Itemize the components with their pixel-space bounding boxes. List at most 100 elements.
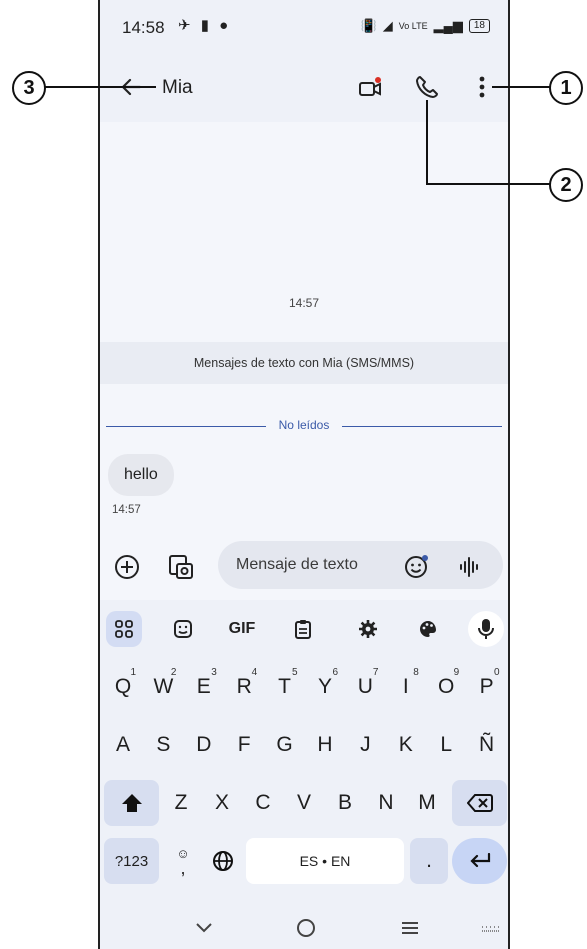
- key-row2-6[interactable]: J: [346, 722, 384, 768]
- status-right-icons: 📳 ◢ Vo LTE ▂▄▆ 18: [361, 18, 490, 34]
- keyboard-toolbar: GIF: [100, 600, 508, 658]
- key-letter: I: [402, 675, 409, 698]
- apps-grid-icon[interactable]: [106, 611, 142, 647]
- key-row2-9[interactable]: Ñ: [468, 722, 506, 768]
- message-bubble[interactable]: hello: [108, 454, 174, 496]
- vibrate-icon: 📳: [360, 18, 377, 33]
- key-row3-5[interactable]: N: [367, 780, 405, 826]
- key-row2-0[interactable]: A: [104, 722, 142, 768]
- add-plus-icon[interactable]: [112, 552, 142, 582]
- shift-key[interactable]: [104, 780, 159, 826]
- sticker-icon[interactable]: [165, 611, 201, 647]
- key-row2-7[interactable]: K: [387, 722, 425, 768]
- key-6[interactable]: U7: [346, 664, 384, 710]
- key-row3-2[interactable]: C: [244, 780, 282, 826]
- key-letter: Y: [317, 675, 332, 698]
- key-row-4: ?123 ☺ , ES • EN .: [100, 838, 508, 888]
- key-letter: P: [479, 675, 494, 698]
- key-row3-0[interactable]: Z: [162, 780, 200, 826]
- key-2[interactable]: E3: [185, 664, 223, 710]
- key-row3-3[interactable]: V: [285, 780, 323, 826]
- key-letter: W: [153, 675, 174, 698]
- emoji-comma-key[interactable]: ☺ ,: [164, 838, 202, 884]
- period-key[interactable]: .: [410, 838, 448, 884]
- callout-3: 3: [12, 71, 46, 105]
- clipboard-icon[interactable]: [285, 611, 321, 647]
- key-row2-2[interactable]: D: [185, 722, 223, 768]
- key-5[interactable]: Y6: [306, 664, 344, 710]
- system-nav-bar: [100, 907, 508, 949]
- theme-palette-icon[interactable]: [410, 611, 446, 647]
- message-input-placeholder: Mensaje de texto: [236, 556, 358, 573]
- network-label: Vo LTE: [398, 21, 428, 31]
- gif-button[interactable]: GIF: [224, 611, 260, 647]
- callout-1: 1: [549, 71, 583, 105]
- key-row3-4[interactable]: B: [326, 780, 364, 826]
- key-7[interactable]: I8: [387, 664, 425, 710]
- status-time: 14:58: [122, 18, 165, 37]
- key-number-hint: 8: [413, 667, 419, 678]
- settings-gear-icon[interactable]: [350, 611, 386, 647]
- key-row-3: ZXCVBNM: [100, 780, 508, 830]
- conversation-title: Mia: [162, 77, 193, 98]
- key-8[interactable]: O9: [427, 664, 465, 710]
- key-row2-1[interactable]: S: [144, 722, 182, 768]
- space-bar[interactable]: ES • EN: [246, 838, 404, 884]
- emoji-icon[interactable]: [404, 553, 430, 579]
- backspace-key[interactable]: [452, 780, 507, 826]
- nav-home-icon[interactable]: [294, 917, 318, 939]
- key-1[interactable]: W2: [144, 664, 182, 710]
- callout-2: 2: [549, 168, 583, 202]
- callout-1-line: [492, 86, 550, 88]
- more-options-icon[interactable]: [472, 74, 492, 100]
- key-row2-5[interactable]: H: [306, 722, 344, 768]
- unread-divider: No leídos: [106, 418, 502, 434]
- signal-icon: ▂▄▆: [433, 18, 463, 33]
- callout-2-line-vertical: [426, 100, 428, 184]
- conversation-info: Mensajes de texto con Mia (SMS/MMS): [100, 342, 508, 384]
- key-row2-3[interactable]: F: [225, 722, 263, 768]
- key-0[interactable]: Q1: [104, 664, 142, 710]
- key-number-hint: 2: [170, 667, 177, 678]
- enter-key[interactable]: [452, 838, 507, 884]
- message-input[interactable]: Mensaje de texto: [218, 541, 503, 589]
- key-letter: U: [357, 675, 373, 698]
- video-call-icon[interactable]: [358, 76, 384, 102]
- timestamp-header: 14:57: [288, 296, 320, 310]
- phone-call-icon[interactable]: [414, 74, 440, 100]
- key-number-hint: 4: [251, 667, 258, 678]
- battery-icon: 18: [468, 19, 490, 33]
- key-row3-6[interactable]: M: [408, 780, 446, 826]
- key-row-2: ASDFGHJKLÑ: [100, 722, 508, 772]
- key-number-hint: 5: [292, 667, 298, 678]
- key-3[interactable]: R4: [225, 664, 263, 710]
- voice-message-icon[interactable]: [458, 555, 482, 579]
- notification-icons: ✈ ▮ ●: [178, 17, 232, 34]
- key-4[interactable]: T5: [266, 664, 304, 710]
- callout-3-line: [44, 86, 156, 88]
- keyboard: GIF Q1W2E3R4T5Y6U7I8O9P0 ASDFGHJKLÑ ZXC: [100, 600, 508, 949]
- callout-2-line-horizontal: [426, 183, 550, 185]
- key-number-hint: 0: [494, 667, 500, 678]
- nav-menu-icon[interactable]: [398, 917, 422, 939]
- app-bar: Mia: [100, 52, 508, 122]
- nav-collapse-chevron-icon[interactable]: [192, 917, 216, 939]
- key-number-hint: 9: [453, 667, 460, 678]
- wifi-icon: ◢: [382, 18, 393, 33]
- gallery-icon[interactable]: [166, 552, 196, 582]
- key-letter: E: [196, 675, 211, 698]
- keyboard-switch-icon[interactable]: [478, 917, 502, 939]
- key-row3-1[interactable]: X: [203, 780, 241, 826]
- key-9[interactable]: P0: [468, 664, 506, 710]
- symbols-key[interactable]: ?123: [104, 838, 159, 884]
- key-letter: R: [236, 675, 252, 698]
- microphone-icon[interactable]: [468, 611, 504, 647]
- key-letter: T: [278, 675, 291, 698]
- key-row2-8[interactable]: L: [427, 722, 465, 768]
- key-number-hint: 6: [332, 667, 338, 678]
- status-bar: 14:58 ✈ ▮ ● 📳 ◢ Vo LTE ▂▄▆ 18: [100, 0, 508, 52]
- compose-bar: Mensaje de texto: [100, 532, 508, 594]
- key-row2-4[interactable]: G: [266, 722, 304, 768]
- key-letter: O: [438, 675, 455, 698]
- language-globe-icon[interactable]: [204, 838, 242, 884]
